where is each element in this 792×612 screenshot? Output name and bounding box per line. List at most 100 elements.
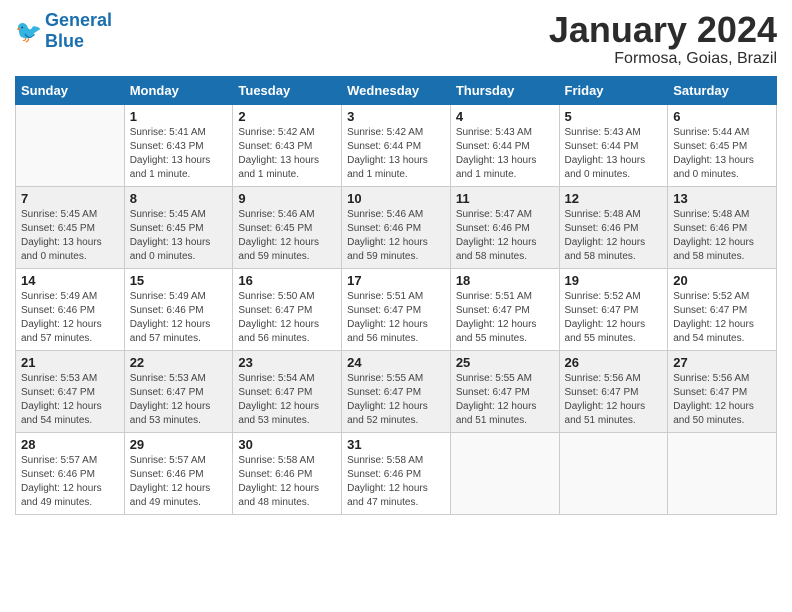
day-info: Sunrise: 5:48 AM Sunset: 6:46 PM Dayligh… xyxy=(673,208,771,264)
calendar-cell: 11 Sunrise: 5:47 AM Sunset: 6:46 PM Dayli… xyxy=(450,186,559,268)
day-info: Sunrise: 5:42 AM Sunset: 6:44 PM Dayligh… xyxy=(347,126,445,182)
logo-text: General Blue xyxy=(45,10,112,51)
day-number: 31 xyxy=(347,437,445,452)
day-info: Sunrise: 5:46 AM Sunset: 6:45 PM Dayligh… xyxy=(238,208,336,264)
day-number: 25 xyxy=(456,355,554,370)
calendar-cell: 27 Sunrise: 5:56 AM Sunset: 6:47 PM Dayli… xyxy=(668,350,777,432)
svg-text:🐦: 🐦 xyxy=(15,18,42,43)
day-number: 23 xyxy=(238,355,336,370)
day-number: 1 xyxy=(130,109,228,124)
calendar-cell: 24 Sunrise: 5:55 AM Sunset: 6:47 PM Dayli… xyxy=(342,350,451,432)
day-number: 20 xyxy=(673,273,771,288)
calendar-cell: 15 Sunrise: 5:49 AM Sunset: 6:46 PM Dayli… xyxy=(124,268,233,350)
day-number: 6 xyxy=(673,109,771,124)
day-info: Sunrise: 5:53 AM Sunset: 6:47 PM Dayligh… xyxy=(21,372,119,428)
logo-line1: General xyxy=(45,10,112,30)
day-number: 4 xyxy=(456,109,554,124)
day-info: Sunrise: 5:51 AM Sunset: 6:47 PM Dayligh… xyxy=(347,290,445,346)
day-number: 7 xyxy=(21,191,119,206)
day-number: 5 xyxy=(565,109,663,124)
weekday-header-thursday: Thursday xyxy=(450,76,559,104)
day-info: Sunrise: 5:46 AM Sunset: 6:46 PM Dayligh… xyxy=(347,208,445,264)
weekday-header-tuesday: Tuesday xyxy=(233,76,342,104)
day-info: Sunrise: 5:49 AM Sunset: 6:46 PM Dayligh… xyxy=(21,290,119,346)
calendar-table: SundayMondayTuesdayWednesdayThursdayFrid… xyxy=(15,76,777,515)
day-info: Sunrise: 5:56 AM Sunset: 6:47 PM Dayligh… xyxy=(565,372,663,428)
logo-line2: Blue xyxy=(45,31,84,51)
calendar-cell: 17 Sunrise: 5:51 AM Sunset: 6:47 PM Dayli… xyxy=(342,268,451,350)
day-info: Sunrise: 5:50 AM Sunset: 6:47 PM Dayligh… xyxy=(238,290,336,346)
title-block: January 2024 Formosa, Goias, Brazil xyxy=(549,10,777,68)
day-info: Sunrise: 5:55 AM Sunset: 6:47 PM Dayligh… xyxy=(347,372,445,428)
calendar-week-1: 1 Sunrise: 5:41 AM Sunset: 6:43 PM Daylig… xyxy=(16,104,777,186)
day-info: Sunrise: 5:48 AM Sunset: 6:46 PM Dayligh… xyxy=(565,208,663,264)
logo-icon: 🐦 xyxy=(15,17,43,45)
month-title: January 2024 xyxy=(549,10,777,50)
day-number: 27 xyxy=(673,355,771,370)
calendar-cell xyxy=(559,432,668,514)
calendar-week-5: 28 Sunrise: 5:57 AM Sunset: 6:46 PM Dayli… xyxy=(16,432,777,514)
day-number: 28 xyxy=(21,437,119,452)
day-info: Sunrise: 5:51 AM Sunset: 6:47 PM Dayligh… xyxy=(456,290,554,346)
calendar-cell: 18Sunrise: 5:51 AM Sunset: 6:47 PM Dayli… xyxy=(450,268,559,350)
calendar-cell: 29 Sunrise: 5:57 AM Sunset: 6:46 PM Dayli… xyxy=(124,432,233,514)
calendar-header-row: SundayMondayTuesdayWednesdayThursdayFrid… xyxy=(16,76,777,104)
weekday-header-friday: Friday xyxy=(559,76,668,104)
day-number: 17 xyxy=(347,273,445,288)
page: 🐦 General Blue January 2024 Formosa, Goi… xyxy=(0,0,792,612)
calendar-cell: 14Sunrise: 5:49 AM Sunset: 6:46 PM Dayli… xyxy=(16,268,125,350)
day-number: 11 xyxy=(456,191,554,206)
day-info: Sunrise: 5:52 AM Sunset: 6:47 PM Dayligh… xyxy=(673,290,771,346)
day-info: Sunrise: 5:49 AM Sunset: 6:46 PM Dayligh… xyxy=(130,290,228,346)
day-number: 29 xyxy=(130,437,228,452)
calendar-cell: 4 Sunrise: 5:43 AM Sunset: 6:44 PM Daylig… xyxy=(450,104,559,186)
calendar-cell: 1 Sunrise: 5:41 AM Sunset: 6:43 PM Daylig… xyxy=(124,104,233,186)
calendar-cell: 26 Sunrise: 5:56 AM Sunset: 6:47 PM Dayli… xyxy=(559,350,668,432)
logo: 🐦 General Blue xyxy=(15,10,112,51)
day-number: 30 xyxy=(238,437,336,452)
header: 🐦 General Blue January 2024 Formosa, Goi… xyxy=(15,10,777,68)
calendar-cell xyxy=(450,432,559,514)
calendar-week-2: 7 Sunrise: 5:45 AM Sunset: 6:45 PM Daylig… xyxy=(16,186,777,268)
day-number: 21 xyxy=(21,355,119,370)
calendar-cell: 23 Sunrise: 5:54 AM Sunset: 6:47 PM Dayli… xyxy=(233,350,342,432)
calendar-cell: 28 Sunrise: 5:57 AM Sunset: 6:46 PM Dayli… xyxy=(16,432,125,514)
day-info: Sunrise: 5:55 AM Sunset: 6:47 PM Dayligh… xyxy=(456,372,554,428)
day-info: Sunrise: 5:57 AM Sunset: 6:46 PM Dayligh… xyxy=(21,454,119,510)
day-info: Sunrise: 5:43 AM Sunset: 6:44 PM Dayligh… xyxy=(456,126,554,182)
day-info: Sunrise: 5:56 AM Sunset: 6:47 PM Dayligh… xyxy=(673,372,771,428)
calendar-cell xyxy=(668,432,777,514)
day-info: Sunrise: 5:54 AM Sunset: 6:47 PM Dayligh… xyxy=(238,372,336,428)
day-info: Sunrise: 5:57 AM Sunset: 6:46 PM Dayligh… xyxy=(130,454,228,510)
day-number: 24 xyxy=(347,355,445,370)
day-number: 22 xyxy=(130,355,228,370)
day-info: Sunrise: 5:47 AM Sunset: 6:46 PM Dayligh… xyxy=(456,208,554,264)
day-info: Sunrise: 5:41 AM Sunset: 6:43 PM Dayligh… xyxy=(130,126,228,182)
calendar-cell: 22 Sunrise: 5:53 AM Sunset: 6:47 PM Dayli… xyxy=(124,350,233,432)
calendar-cell xyxy=(16,104,125,186)
calendar-cell: 21 Sunrise: 5:53 AM Sunset: 6:47 PM Dayli… xyxy=(16,350,125,432)
day-number: 10 xyxy=(347,191,445,206)
day-info: Sunrise: 5:53 AM Sunset: 6:47 PM Dayligh… xyxy=(130,372,228,428)
weekday-header-wednesday: Wednesday xyxy=(342,76,451,104)
calendar-cell: 31Sunrise: 5:58 AM Sunset: 6:46 PM Dayli… xyxy=(342,432,451,514)
day-info: Sunrise: 5:42 AM Sunset: 6:43 PM Dayligh… xyxy=(238,126,336,182)
calendar-cell: 3Sunrise: 5:42 AM Sunset: 6:44 PM Daylig… xyxy=(342,104,451,186)
day-number: 2 xyxy=(238,109,336,124)
day-number: 15 xyxy=(130,273,228,288)
weekday-header-saturday: Saturday xyxy=(668,76,777,104)
day-info: Sunrise: 5:45 AM Sunset: 6:45 PM Dayligh… xyxy=(21,208,119,264)
day-number: 16 xyxy=(238,273,336,288)
day-info: Sunrise: 5:43 AM Sunset: 6:44 PM Dayligh… xyxy=(565,126,663,182)
calendar-cell: 7 Sunrise: 5:45 AM Sunset: 6:45 PM Daylig… xyxy=(16,186,125,268)
day-number: 19 xyxy=(565,273,663,288)
calendar-cell: 5 Sunrise: 5:43 AM Sunset: 6:44 PM Daylig… xyxy=(559,104,668,186)
day-info: Sunrise: 5:52 AM Sunset: 6:47 PM Dayligh… xyxy=(565,290,663,346)
day-info: Sunrise: 5:44 AM Sunset: 6:45 PM Dayligh… xyxy=(673,126,771,182)
location-title: Formosa, Goias, Brazil xyxy=(549,50,777,68)
day-number: 26 xyxy=(565,355,663,370)
calendar-cell: 8Sunrise: 5:45 AM Sunset: 6:45 PM Daylig… xyxy=(124,186,233,268)
day-number: 9 xyxy=(238,191,336,206)
calendar-cell: 16 Sunrise: 5:50 AM Sunset: 6:47 PM Dayli… xyxy=(233,268,342,350)
calendar-cell: 9 Sunrise: 5:46 AM Sunset: 6:45 PM Daylig… xyxy=(233,186,342,268)
